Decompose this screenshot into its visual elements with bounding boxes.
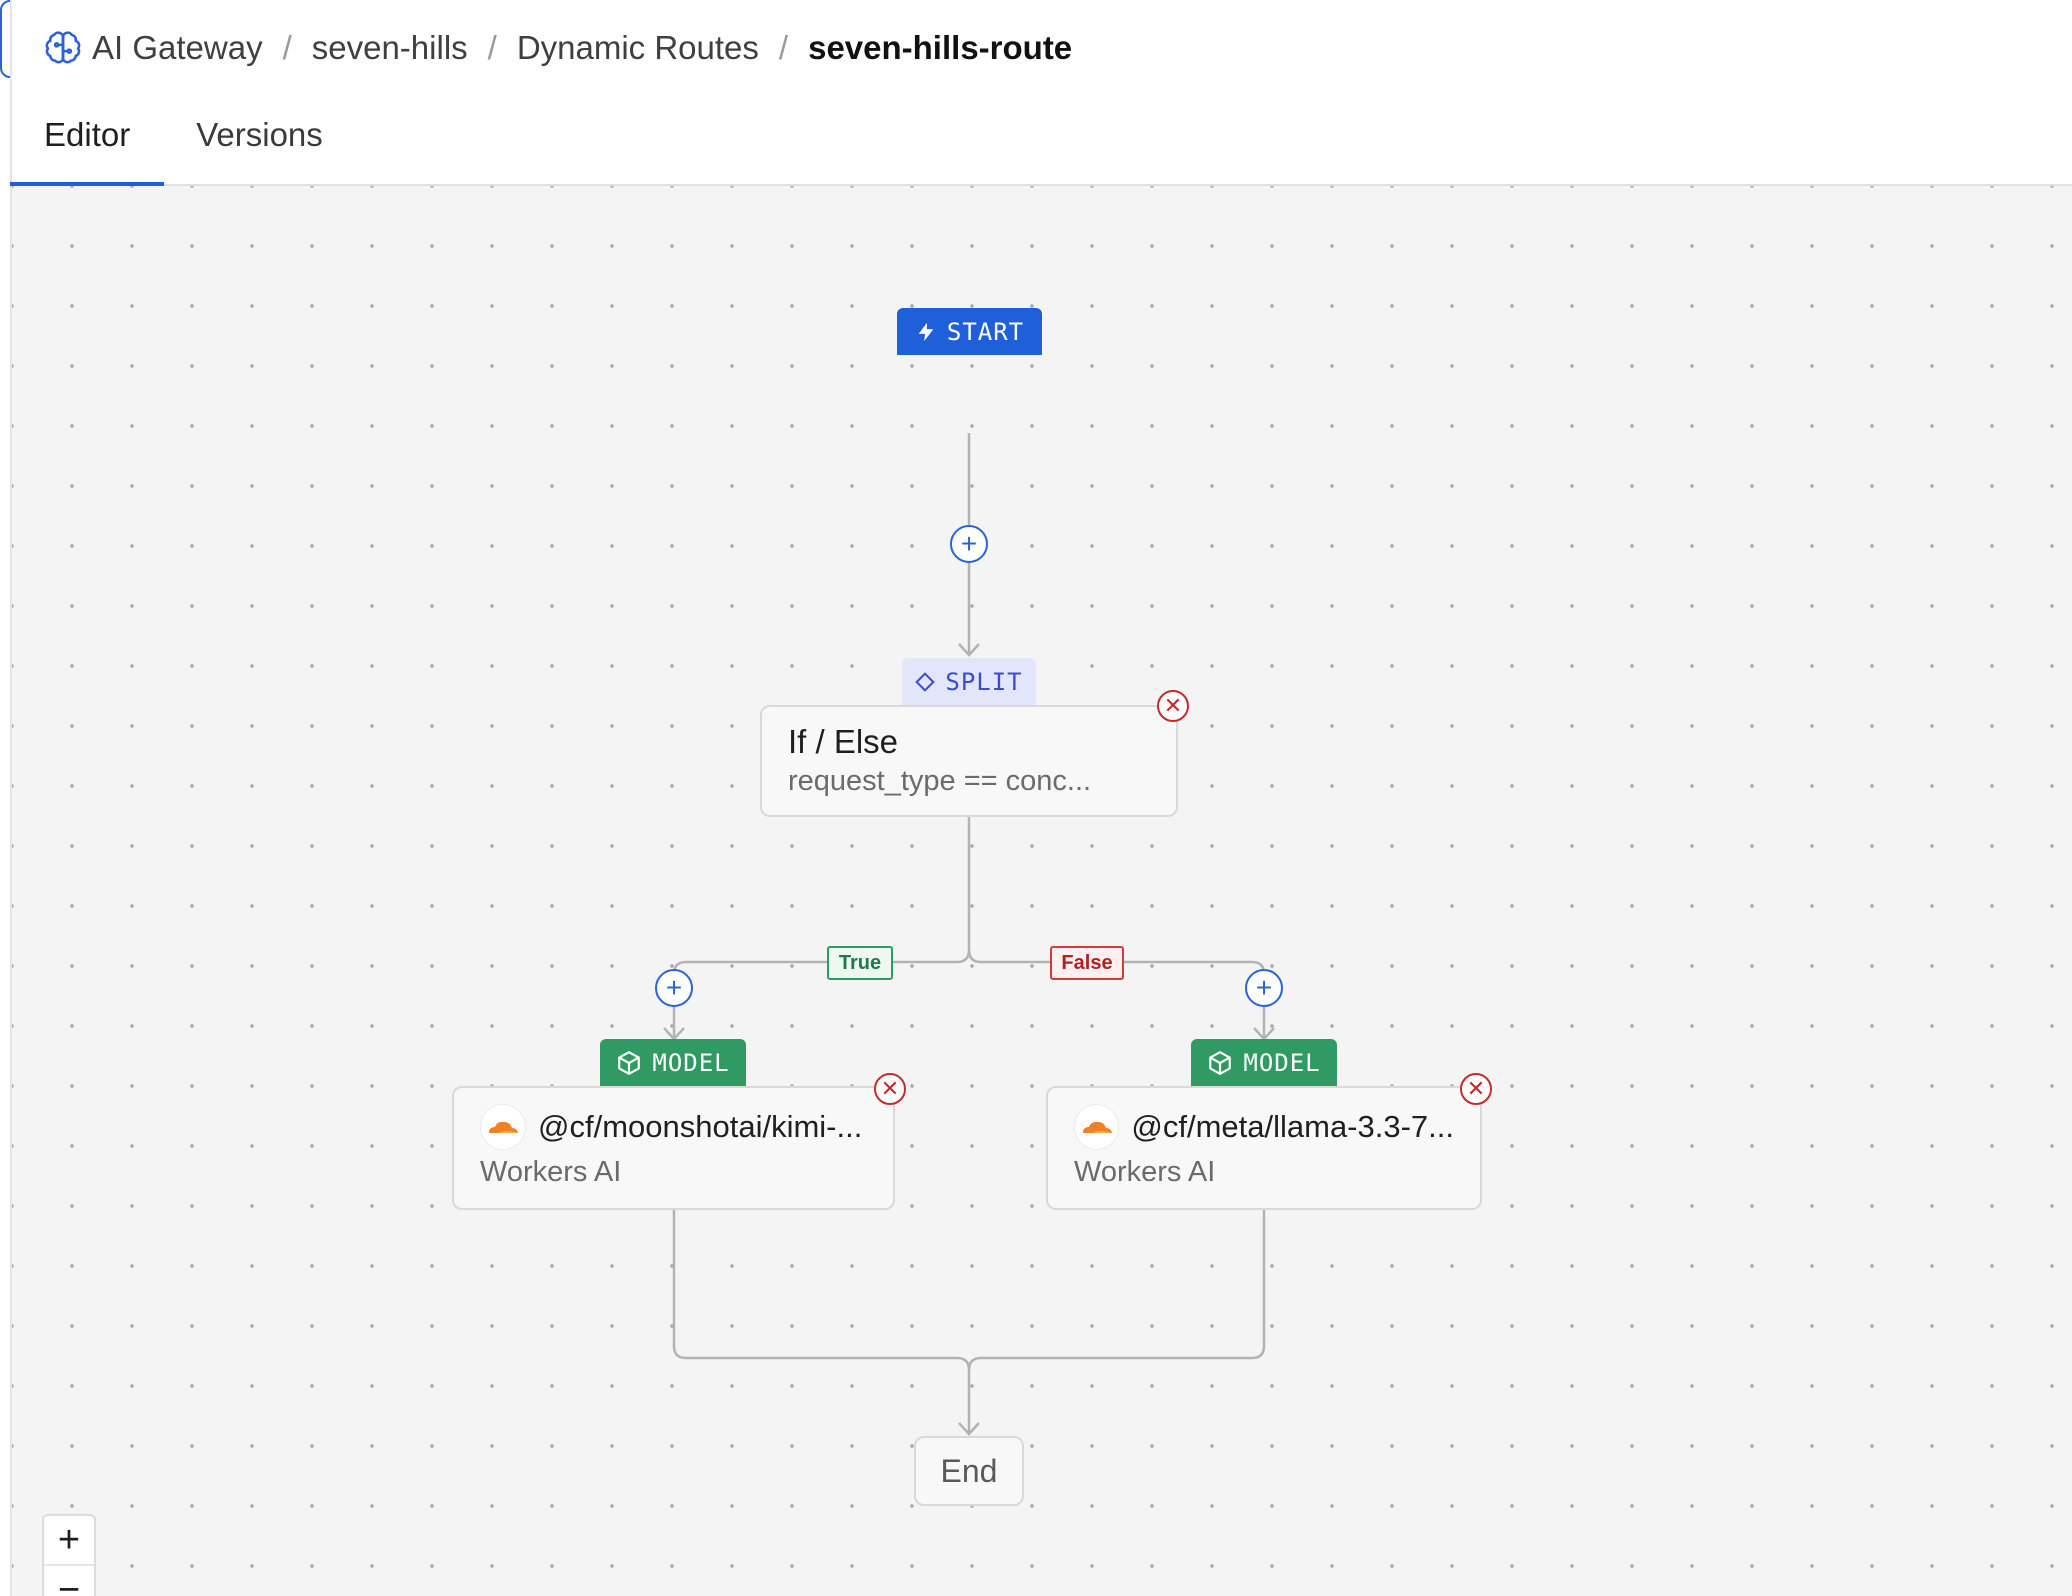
model-badge: MODEL bbox=[600, 1039, 746, 1086]
zoom-in-button[interactable]: + bbox=[44, 1516, 94, 1566]
add-step-true-button[interactable]: + bbox=[655, 969, 693, 1007]
split-badge: SPLIT bbox=[902, 658, 1036, 705]
cube-icon bbox=[618, 1050, 641, 1075]
lightning-icon bbox=[918, 322, 934, 341]
edge-left-model-to-end bbox=[672, 1210, 971, 1434]
edge-split-true bbox=[672, 817, 971, 1039]
model-node-llama[interactable]: @cf/meta/llama-3.3-7... Workers AI bbox=[1046, 1086, 1482, 1210]
cloudflare-icon bbox=[1074, 1104, 1120, 1150]
end-node[interactable]: End bbox=[914, 1436, 1024, 1506]
delete-model-button[interactable]: ✕ bbox=[1460, 1073, 1492, 1105]
split-condition: request_type == conc... bbox=[788, 765, 1092, 797]
split-node[interactable]: If / Else request_type == conc... bbox=[760, 705, 1178, 817]
model-node-kimi[interactable]: @cf/moonshotai/kimi-... Workers AI bbox=[452, 1086, 895, 1210]
split-title: If / Else bbox=[788, 723, 899, 760]
model-provider: Workers AI bbox=[480, 1156, 622, 1188]
add-step-button[interactable]: + bbox=[950, 525, 988, 563]
cloudflare-icon bbox=[480, 1104, 526, 1150]
model-name: @cf/moonshotai/kimi-... bbox=[538, 1109, 863, 1144]
branch-true-label: True bbox=[827, 946, 893, 980]
zoom-out-button[interactable]: − bbox=[44, 1566, 94, 1596]
model-badge: MODEL bbox=[1191, 1039, 1337, 1086]
delete-model-button[interactable]: ✕ bbox=[874, 1073, 906, 1105]
model-name: @cf/meta/llama-3.3-7... bbox=[1131, 1109, 1454, 1144]
start-badge: START bbox=[897, 308, 1042, 355]
diamond-icon bbox=[915, 671, 936, 692]
model-badge-label: MODEL bbox=[1243, 1048, 1321, 1077]
start-badge-label: START bbox=[946, 317, 1025, 346]
zoom-controls: + − bbox=[42, 1514, 96, 1596]
branch-false-label: False bbox=[1050, 946, 1124, 980]
model-provider: Workers AI bbox=[1074, 1156, 1216, 1188]
model-badge-label: MODEL bbox=[652, 1048, 730, 1077]
add-step-false-button[interactable]: + bbox=[1245, 969, 1283, 1007]
delete-split-button[interactable]: ✕ bbox=[1157, 690, 1189, 722]
edge-right-model-to-end bbox=[967, 1210, 1266, 1371]
split-badge-label: SPLIT bbox=[945, 667, 1023, 696]
cube-icon bbox=[1209, 1050, 1232, 1075]
